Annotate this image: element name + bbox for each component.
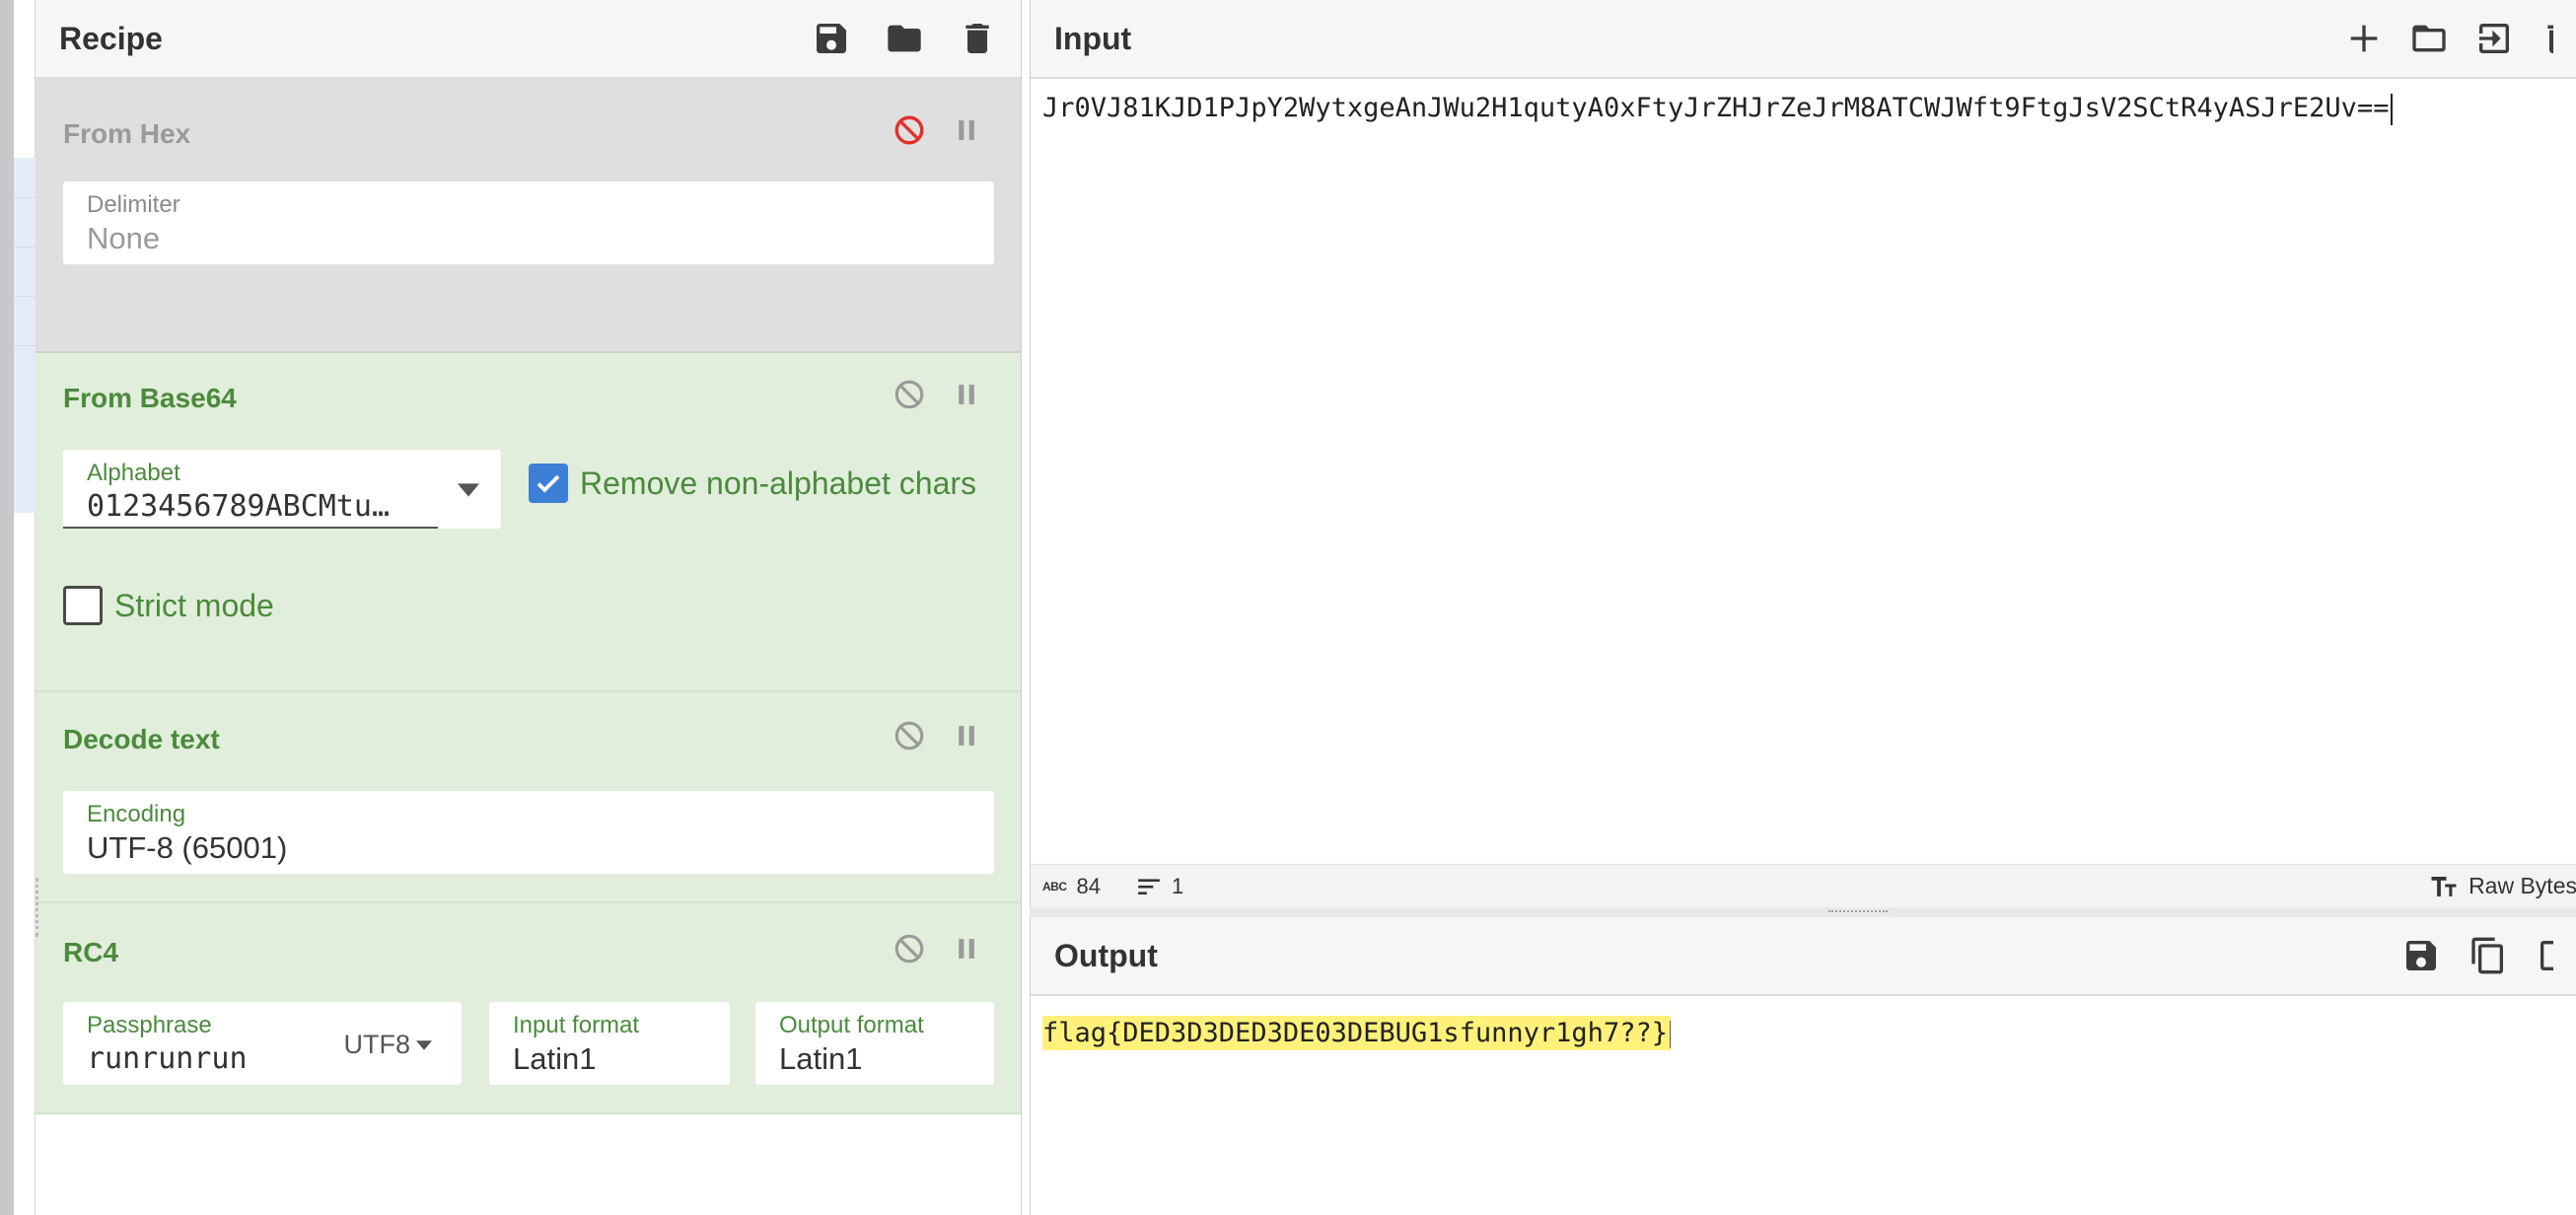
- delimiter-field[interactable]: Delimiter None: [63, 181, 994, 264]
- output-format-field[interactable]: Output format Latin1: [755, 1002, 994, 1085]
- field-value: None: [87, 221, 161, 255]
- checkmark-icon: [537, 474, 560, 493]
- output-text[interactable]: flag{DED3D3DED3DE03DEBUG1sfunnyr1gh7??}: [1042, 1016, 1671, 1050]
- alphabet-field[interactable]: Alphabet 0123456789ABCMtu…: [63, 450, 438, 529]
- passphrase-format-dropdown[interactable]: UTF8: [343, 1030, 432, 1060]
- checkbox-checked[interactable]: [529, 464, 568, 503]
- drag-handle[interactable]: [1828, 910, 1888, 913]
- folder-icon[interactable]: [885, 19, 924, 58]
- output-title: Output: [1054, 937, 1158, 973]
- character-encoding-button[interactable]: Raw Bytes: [2429, 873, 2576, 899]
- input-text-content: Jr0VJ81KJD1PJpY2WytxgeAnJWu2H1qutyA0xFty…: [1042, 93, 2390, 123]
- field-label: Passphrase: [87, 1012, 212, 1038]
- operation-from-hex[interactable]: From Hex Delimiter None: [36, 79, 1021, 353]
- disable-icon[interactable]: [893, 113, 926, 147]
- operation-title: Decode text: [63, 724, 220, 754]
- strict-mode-checkbox[interactable]: Strict mode: [63, 586, 274, 625]
- trash-icon[interactable]: [958, 19, 997, 58]
- abc-icon: ABC: [1042, 879, 1067, 893]
- input-status-bar: ABC 84 1 Raw Bytes: [1031, 864, 2576, 907]
- length-value: 84: [1076, 873, 1101, 898]
- field-label: Encoding: [87, 801, 186, 827]
- disable-icon[interactable]: [893, 378, 926, 411]
- row-divider: [14, 197, 36, 198]
- field-label: Output format: [779, 1012, 924, 1038]
- mode-label: Raw Bytes: [2469, 873, 2576, 898]
- selected-row-highlight: [14, 158, 36, 513]
- passphrase-field[interactable]: Passphrase runrunrun UTF8: [63, 1002, 462, 1085]
- plus-icon[interactable]: [2344, 19, 2384, 58]
- scrollbar[interactable]: [0, 0, 14, 1215]
- operation-title: From Hex: [63, 118, 191, 149]
- field-label: Delimiter: [87, 191, 180, 218]
- folder-icon[interactable]: [2409, 19, 2449, 58]
- pause-icon[interactable]: [950, 719, 983, 752]
- lines-icon: [1138, 878, 1160, 894]
- pause-icon[interactable]: [950, 932, 983, 965]
- text-caret: [1669, 1020, 1671, 1048]
- field-value: 0123456789ABCMtu…: [87, 489, 391, 524]
- output-header: Output: [1031, 917, 2576, 996]
- chevron-down-icon: [416, 1039, 432, 1050]
- import-icon[interactable]: [2474, 19, 2514, 58]
- disable-icon[interactable]: [893, 719, 926, 752]
- operation-from-base64[interactable]: From Base64 Alphabet 0123456789ABCMtu… R…: [36, 353, 1021, 692]
- field-value: Latin1: [779, 1041, 863, 1076]
- encoding-field[interactable]: Encoding UTF-8 (65001): [63, 791, 994, 874]
- field-value: UTF-8 (65001): [87, 830, 288, 865]
- text-caret: [2391, 93, 2394, 125]
- row-divider: [14, 247, 36, 248]
- export-icon[interactable]: [2536, 936, 2553, 975]
- operation-rc4[interactable]: RC4 Passphrase runrunrun UTF8 Input form…: [36, 903, 1021, 1114]
- input-format-field[interactable]: Input format Latin1: [489, 1002, 730, 1085]
- remove-non-alphabet-checkbox[interactable]: Remove non-alphabet chars: [529, 464, 976, 503]
- save-icon[interactable]: [2401, 936, 2441, 975]
- operation-title: RC4: [63, 937, 119, 967]
- recipe-title: Recipe: [59, 20, 163, 56]
- row-divider: [14, 296, 36, 297]
- lines-stat: 1: [1136, 874, 1183, 899]
- row-divider: [14, 345, 36, 346]
- alphabet-dropdown-button[interactable]: [438, 450, 501, 529]
- field-value: Latin1: [513, 1041, 597, 1076]
- recipe-header: Recipe: [36, 0, 1021, 79]
- length-stat: ABC 84: [1042, 874, 1101, 899]
- input-header: Input: [1031, 0, 2576, 79]
- trash-icon[interactable]: [2540, 19, 2553, 58]
- input-textarea[interactable]: Jr0VJ81KJD1PJpY2WytxgeAnJWu2H1qutyA0xFty…: [1042, 93, 2394, 125]
- chevron-down-icon: [458, 483, 479, 497]
- output-panel: Output flag{DED3D3DED3DE03DEBUG1sfunnyr1…: [1030, 917, 2576, 1215]
- output-text-content: flag{DED3D3DED3DE03DEBUG1sfunnyr1gh7??}: [1042, 1018, 1668, 1048]
- field-label: Input format: [513, 1012, 640, 1038]
- input-title: Input: [1054, 20, 1132, 56]
- panel-divider[interactable]: [1030, 907, 2576, 917]
- field-value: runrunrun: [87, 1041, 248, 1076]
- text-size-icon: [2431, 876, 2457, 896]
- checkbox-label: Strict mode: [114, 587, 274, 623]
- save-icon[interactable]: [812, 19, 851, 58]
- field-label: Alphabet: [87, 460, 180, 486]
- recipe-panel: Recipe From Hex Delimiter None From Base…: [36, 0, 1022, 1215]
- checkbox-label: Remove non-alphabet chars: [580, 465, 977, 501]
- pause-icon[interactable]: [950, 378, 983, 411]
- operation-title: From Base64: [63, 383, 237, 413]
- pause-icon[interactable]: [950, 113, 983, 147]
- input-panel: Input Jr0VJ81KJD1PJpY2WytxgeAnJWu2H1quty…: [1030, 0, 2576, 907]
- checkbox-unchecked[interactable]: [63, 586, 103, 625]
- operations-panel-edge: [0, 0, 36, 1215]
- disable-icon[interactable]: [893, 932, 926, 965]
- resize-handle[interactable]: [36, 878, 39, 937]
- lines-value: 1: [1171, 873, 1184, 898]
- operation-decode-text[interactable]: Decode text Encoding UTF-8 (65001): [36, 692, 1021, 903]
- copy-icon[interactable]: [2469, 936, 2508, 975]
- format-value: UTF8: [343, 1030, 411, 1059]
